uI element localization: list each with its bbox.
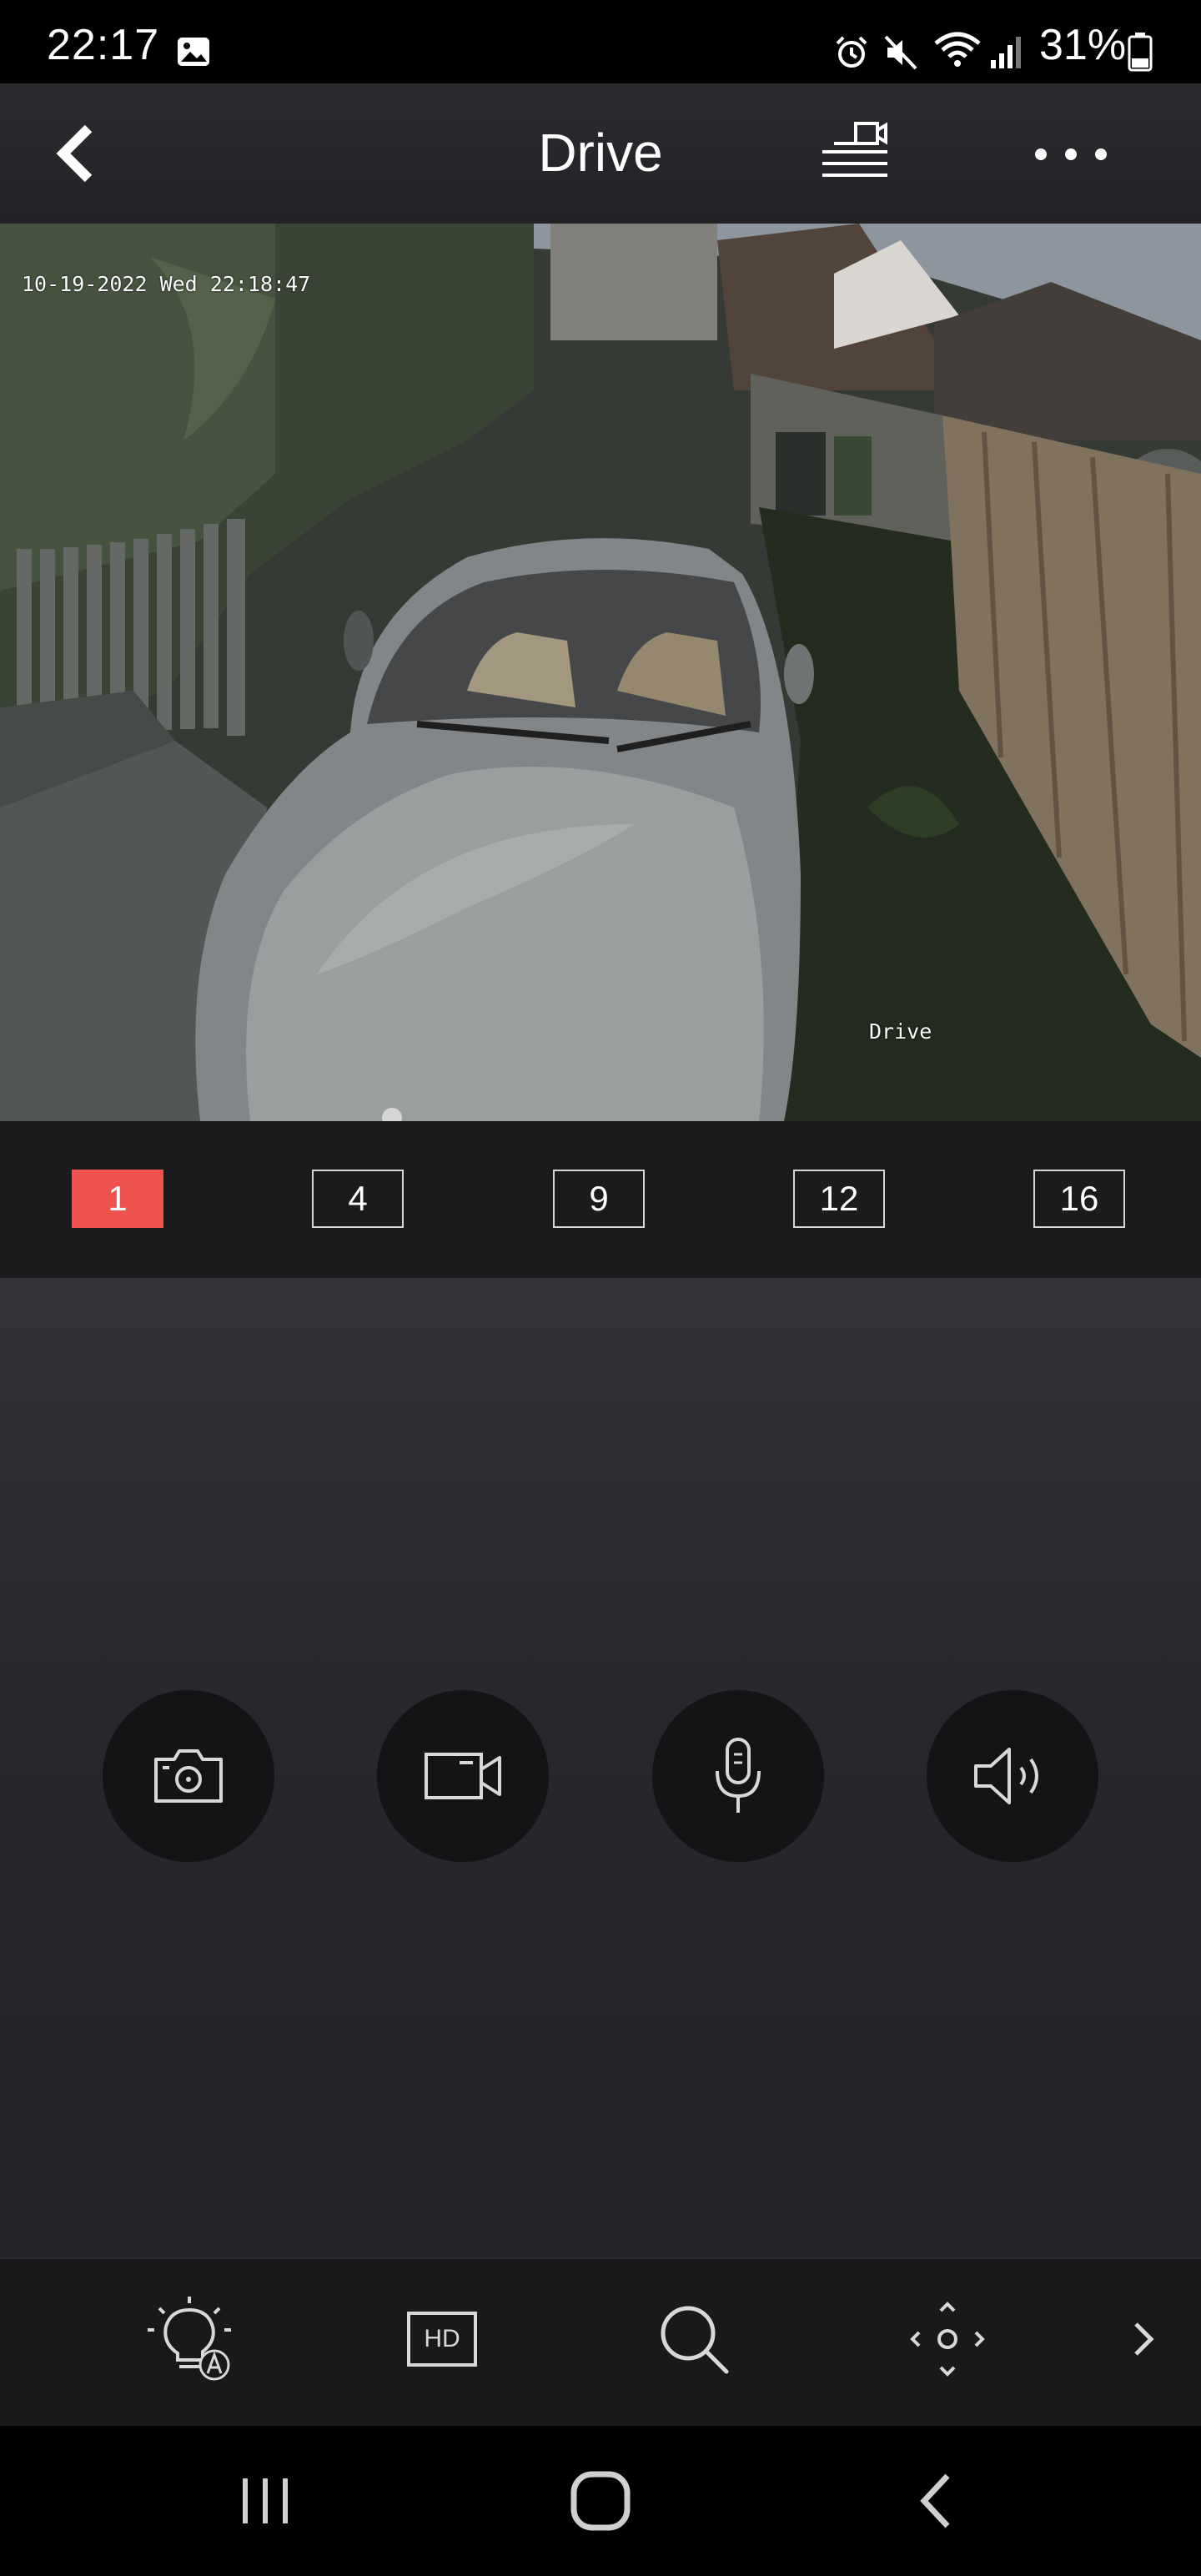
signal-icon [989,33,1028,70]
hd-quality-icon: HD [407,2312,477,2367]
app-header: Drive [0,83,1201,224]
mute-icon [882,33,921,72]
layout-option-1[interactable]: 1 [72,1170,163,1228]
gallery-icon [175,33,212,70]
microphone-icon [709,1734,767,1818]
recent-apps-icon [232,2472,299,2530]
zoom-search-icon [656,2302,731,2377]
next-toolbar-page-button[interactable] [1094,2289,1194,2389]
zoom-button[interactable] [644,2289,744,2389]
camera-scene-image [0,224,1201,1121]
light-auto-button[interactable] [140,2289,240,2389]
home-icon [567,2468,634,2534]
device-list-icon[interactable] [817,118,892,185]
hd-quality-button[interactable]: HD [392,2289,492,2389]
layout-selector: 1 4 9 12 16 [0,1121,1201,1278]
osd-timestamp: 10-19-2022 Wed 22:18:47 [22,272,311,296]
control-area [0,1278,1201,2257]
status-bar: 22:17 31% [0,0,1201,83]
bottom-toolbar: HD [0,2257,1201,2428]
system-navigation-bar [0,2426,1201,2576]
ptz-direction-icon [906,2297,989,2381]
layout-option-12[interactable]: 12 [793,1170,885,1228]
camera-live-view[interactable]: 10-19-2022 Wed 22:18:47 Drive [0,224,1201,1121]
more-dots-icon[interactable] [1031,133,1111,175]
snapshot-button[interactable] [103,1690,274,1862]
page-title: Drive [538,123,663,183]
battery-percentage: 31% [1039,21,1127,69]
snapshot-camera-icon [151,1743,226,1809]
hd-label: HD [424,2325,460,2352]
talk-button[interactable] [652,1690,824,1862]
alarm-icon [832,33,871,72]
record-video-icon [421,1743,505,1809]
next-chevron-icon [1128,2314,1161,2364]
battery-icon [1128,32,1153,72]
back-icon [912,2468,962,2534]
status-time: 22:17 [47,21,160,69]
light-auto-icon [144,2293,236,2385]
layout-option-9[interactable]: 9 [553,1170,645,1228]
layout-option-4[interactable]: 4 [312,1170,404,1228]
record-button[interactable] [377,1690,549,1862]
wifi-icon [932,30,982,72]
speaker-icon [971,1743,1054,1809]
osd-channel-name: Drive [869,1019,932,1044]
ptz-button[interactable] [897,2289,997,2389]
audio-button[interactable] [927,1690,1098,1862]
layout-option-16[interactable]: 16 [1033,1170,1125,1228]
recent-apps-button[interactable] [215,2459,315,2543]
back-button[interactable] [887,2459,987,2543]
home-button[interactable] [550,2459,651,2543]
